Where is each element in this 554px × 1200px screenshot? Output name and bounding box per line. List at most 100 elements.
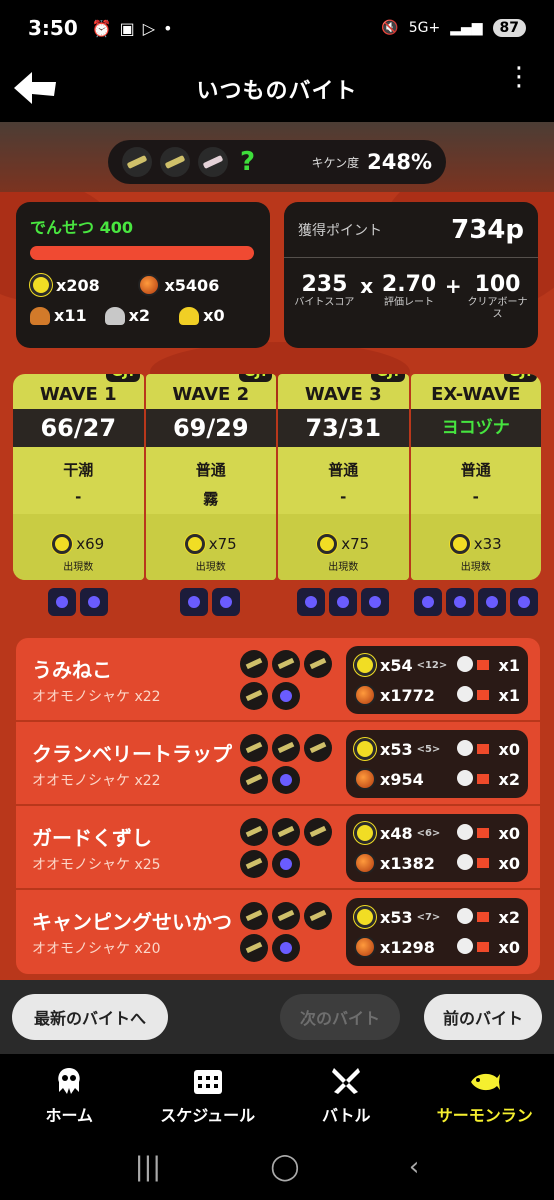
good-job-badge: GJ!: [238, 374, 272, 382]
player-stats: x53 <5> x0 x954 x2: [346, 730, 528, 798]
weapon-icon: [160, 147, 190, 177]
special-weapon-icon: [80, 588, 108, 616]
navigation-buttons: 最新のバイトへ 次のバイト 前のバイト: [0, 980, 554, 1054]
next-job-button[interactable]: 次のバイト: [280, 994, 400, 1040]
hazard-label: キケン度: [311, 155, 360, 170]
pay-grade: 2.70 評価レート: [376, 272, 442, 309]
appear-count: x75: [208, 535, 237, 553]
job-score: 235 バイトスコア: [291, 272, 357, 309]
rescued-stat: x2: [456, 770, 520, 789]
power-eggs: x1772: [380, 685, 435, 705]
player-stats: x48 <6> x0 x1382 x0: [346, 814, 528, 882]
tab-home[interactable]: ホーム: [0, 1054, 139, 1134]
gold-scale-icon: [179, 306, 200, 325]
wave1-specials: [48, 588, 108, 616]
player-row[interactable]: ガードくずし オオモノシャケ x25 x48 <6> x0 x1382 x0: [16, 806, 540, 890]
player-name: キャンピングせいかつ: [32, 910, 232, 934]
stage-info-pill: ? キケン度 248%: [108, 140, 446, 184]
wave-quota: ヨコヅナ: [410, 409, 541, 447]
tab-schedule-label: スケジュール: [160, 1106, 256, 1125]
tab-schedule[interactable]: スケジュール: [139, 1054, 278, 1134]
more-options-icon[interactable]: ⋮: [506, 64, 532, 90]
rescue-stat: x0: [456, 824, 520, 843]
wave-quota: 73/31: [278, 409, 409, 447]
bronze-scale-total: x11: [30, 306, 105, 325]
rescue-icon: [456, 824, 495, 842]
rescued-icon: [456, 938, 495, 956]
golden-egg-icon: [354, 738, 376, 760]
wave-quota: 66/27: [13, 409, 144, 447]
power-egg-icon: [354, 852, 376, 874]
wave-column: GJ! WAVE 3 73/31 普通 - x75 出現数: [278, 374, 409, 580]
wave-column: GJ! EX-WAVE ヨコヅナ 普通 - x33 出現数: [410, 374, 541, 580]
rescue-stat: x1: [456, 655, 520, 675]
golden-egg-icon: [184, 534, 205, 554]
tab-bar: ホーム スケジュール バトル サーモンラン: [0, 1054, 554, 1134]
tab-salmon-run[interactable]: サーモンラン: [416, 1054, 554, 1134]
player-row[interactable]: うみねこ オオモノシャケ x22 x54 <12> x1 x1772 x1: [16, 638, 540, 722]
golden-line: x53 <5> x0: [354, 734, 520, 764]
appear-label: 出現数: [460, 562, 491, 573]
back-arrow-icon[interactable]: [14, 70, 58, 106]
power-egg-icon: [138, 274, 161, 296]
hazard-value: 248%: [367, 150, 432, 174]
golden-egg-icon: [354, 906, 376, 928]
weapon-icon: [304, 818, 332, 846]
weapon-icon: [240, 902, 268, 930]
results-content[interactable]: ? キケン度 248% でんせつ 400 x208 x5406 x11 x2 x…: [0, 122, 554, 980]
player-weapons: [240, 650, 334, 710]
special-weapon-icon: [48, 588, 76, 616]
golden-assist: <6>: [416, 827, 441, 839]
player-weapons: [240, 902, 334, 962]
appear-count: x75: [341, 535, 370, 553]
rescue-icon: [456, 908, 495, 926]
rescue-stat: x2: [456, 908, 520, 927]
boss-kills: オオモノシャケ x20: [32, 941, 161, 957]
power-egg-icon: [354, 768, 376, 790]
special-weapon-icon: [510, 588, 538, 616]
system-nav-bar: ||| ◯ ‹: [0, 1134, 554, 1200]
rescued-count: x0: [498, 853, 520, 873]
golden-line: x53 <7> x2: [354, 902, 520, 932]
player-row[interactable]: キャンピングせいかつ オオモノシャケ x20 x53 <7> x2 x1298 x0: [16, 890, 540, 974]
home-circle-icon[interactable]: ◯: [270, 1152, 299, 1182]
power-egg-total: x5406: [138, 274, 246, 296]
rescued-icon: [456, 854, 495, 872]
weapon-icon: [240, 766, 268, 794]
power-line: x954 x2: [354, 764, 520, 794]
clear-bonus-value: 100: [474, 272, 521, 297]
power-eggs: x954: [380, 769, 424, 789]
golden-delivered: x53: [380, 739, 413, 759]
rescue-count: x1: [498, 655, 520, 675]
silver-scale-count: x2: [128, 306, 151, 325]
status-right: 🔇 5G+ ▂▄▆ 87: [381, 19, 526, 37]
wave-tide: 普通: [195, 461, 226, 479]
golden-assist: <7>: [416, 911, 441, 923]
pay-grade-label: 評価レート: [384, 297, 435, 308]
weapon-icon: [122, 147, 152, 177]
random-weapon-icon: ?: [240, 147, 256, 177]
silver-scale-icon: [104, 306, 125, 325]
golden-egg-icon: [317, 534, 338, 554]
previous-job-button[interactable]: 前のバイト: [424, 994, 542, 1040]
golden-line: x48 <6> x0: [354, 818, 520, 848]
tab-battle[interactable]: バトル: [277, 1054, 416, 1134]
weapon-icon: [304, 902, 332, 930]
player-weapons: [240, 818, 334, 878]
mute-icon: 🔇: [381, 20, 399, 36]
golden-egg-icon: [354, 654, 376, 676]
latest-job-button[interactable]: 最新のバイトへ: [12, 994, 168, 1040]
player-name: クランベリートラップ: [32, 742, 232, 766]
weapon-icon: [272, 818, 300, 846]
rank-progress-bar: [30, 246, 254, 260]
player-row[interactable]: クランベリートラップ オオモノシャケ x22 x53 <5> x0 x954 x2: [16, 722, 540, 806]
recent-apps-icon[interactable]: |||: [135, 1152, 161, 1182]
back-chevron-icon[interactable]: ‹: [409, 1152, 419, 1182]
bronze-scale-icon: [30, 306, 50, 325]
battery-badge: 87: [492, 19, 526, 37]
notification-icons: ⏰▣▷•: [91, 18, 181, 38]
bronze-scale-count: x11: [54, 306, 87, 325]
power-egg-count: x5406: [164, 275, 220, 295]
weapon-icon: [240, 818, 268, 846]
calendar-icon: [193, 1070, 222, 1094]
